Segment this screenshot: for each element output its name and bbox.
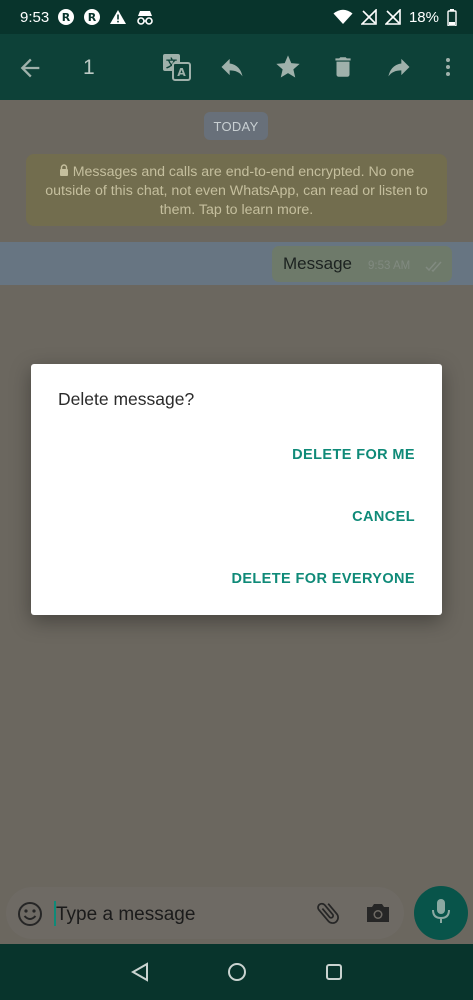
message-input[interactable]: Type a message — [6, 887, 404, 939]
selection-action-bar: 1 文A — [0, 34, 473, 100]
dialog-title: Delete message? — [58, 389, 195, 409]
delete-icon[interactable] — [327, 51, 359, 83]
delete-for-me-button[interactable]: DELETE FOR ME — [292, 447, 415, 463]
app-notification-icon: R — [57, 8, 75, 26]
incognito-icon — [135, 9, 155, 25]
star-icon[interactable] — [272, 51, 304, 83]
signal-off-icon — [384, 9, 401, 25]
app-notification-icon: R — [83, 8, 101, 26]
selected-count: 1 — [83, 56, 95, 79]
more-vert-icon[interactable] — [432, 51, 464, 83]
message-text: Message — [283, 254, 352, 273]
signal-off-icon — [360, 9, 377, 25]
system-navigation-bar — [0, 944, 473, 1000]
warning-icon — [109, 9, 127, 25]
nav-home-icon[interactable] — [226, 961, 248, 988]
nav-recents-icon[interactable] — [323, 961, 345, 988]
encryption-notice[interactable]: Messages and calls are end-to-end encryp… — [26, 154, 447, 226]
svg-text:R: R — [88, 11, 97, 24]
voice-record-button[interactable] — [414, 886, 468, 940]
message-time: 9:53 AM — [368, 260, 411, 272]
delete-message-dialog: Delete message? DELETE FOR ME CANCEL DEL… — [31, 364, 442, 615]
message-placeholder: Type a message — [56, 904, 196, 925]
status-bar: 9:53 R R 18% — [0, 0, 473, 34]
translate-icon[interactable]: 文A — [160, 51, 192, 83]
delete-for-everyone-button[interactable]: DELETE FOR EVERYONE — [231, 571, 415, 587]
emoji-icon[interactable] — [16, 900, 44, 933]
double-check-icon — [425, 259, 443, 277]
attach-icon[interactable] — [314, 899, 342, 932]
camera-icon[interactable] — [365, 901, 391, 930]
nav-back-icon[interactable] — [129, 961, 151, 988]
forward-icon[interactable] — [383, 51, 415, 83]
battery-percent: 18% — [408, 8, 439, 26]
wifi-icon — [333, 9, 353, 25]
lock-icon — [59, 164, 73, 180]
svg-text:R: R — [62, 11, 71, 24]
battery-icon — [447, 8, 457, 26]
back-icon[interactable] — [16, 54, 44, 82]
mic-icon — [430, 898, 452, 929]
reply-icon[interactable] — [216, 51, 248, 83]
composer-bar: Type a message — [0, 883, 473, 944]
date-chip: TODAY — [204, 112, 268, 140]
message-bubble[interactable]: Message 9:53 AM — [272, 246, 452, 282]
encryption-notice-text: Messages and calls are end-to-end encryp… — [45, 164, 428, 218]
cancel-button[interactable]: CANCEL — [352, 509, 415, 525]
status-time: 9:53 — [20, 8, 50, 26]
svg-text:A: A — [177, 66, 186, 79]
